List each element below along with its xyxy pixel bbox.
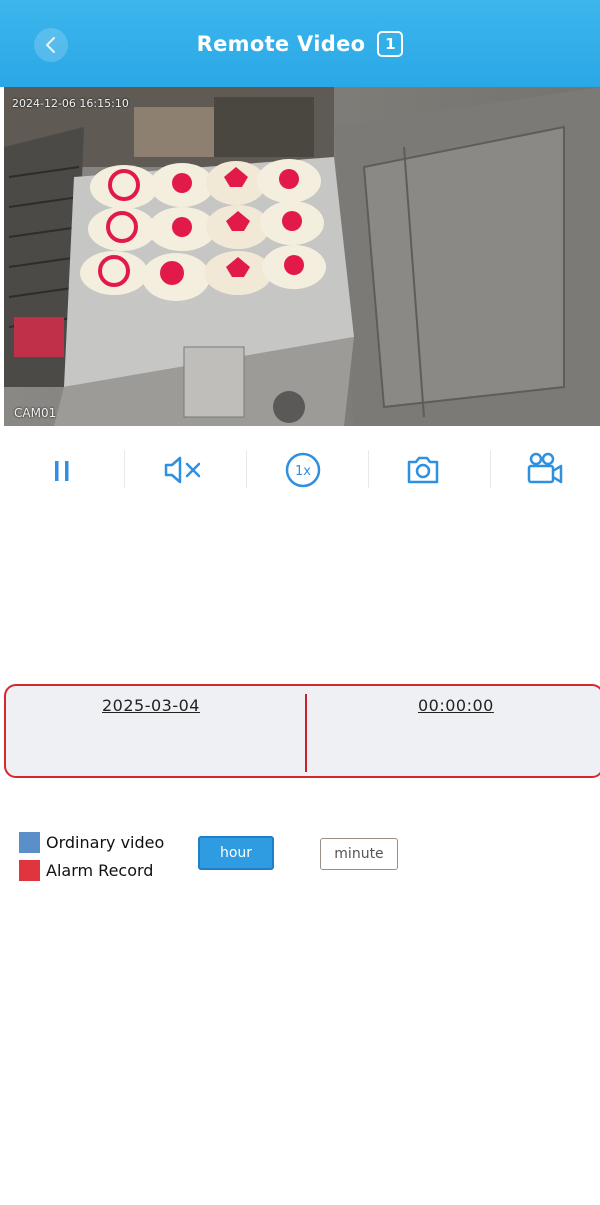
ordinary-video-swatch (19, 831, 40, 853)
video-camera-icon (527, 452, 563, 484)
control-divider (490, 450, 491, 488)
legend-item-alarm: Alarm Record (19, 856, 164, 884)
pause-icon (55, 461, 69, 481)
playback-timeline[interactable]: 2025-03-04 00:00:00 (4, 684, 600, 778)
app-header: Remote Video 1 (0, 0, 600, 87)
pause-button[interactable] (27, 444, 97, 496)
snapshot-button[interactable] (388, 444, 458, 496)
minute-scale-button[interactable]: minute (320, 838, 398, 870)
legend-label: Ordinary video (46, 832, 165, 852)
record-legend: Ordinary video Alarm Record (19, 828, 164, 884)
camera-count-badge[interactable]: 1 (377, 30, 404, 57)
control-divider (368, 450, 369, 488)
video-timestamp: 2024-12-06 16:15:10 (12, 97, 129, 110)
timeline-time[interactable]: 00:00:00 (418, 696, 494, 715)
camera-icon (407, 456, 439, 484)
video-frame (4, 87, 600, 426)
playback-controls: 1x (0, 432, 600, 528)
control-divider (124, 450, 125, 488)
timeline-cursor[interactable] (305, 694, 307, 772)
hour-scale-button[interactable]: hour (198, 836, 274, 870)
title-bar: Remote Video 1 (0, 0, 600, 87)
page-title: Remote Video (196, 31, 366, 56)
video-player[interactable]: 2024-12-06 16:15:10 CAM01 (4, 87, 600, 426)
camera-label: CAM01 (14, 406, 57, 420)
speed-button[interactable]: 1x (268, 444, 338, 496)
legend-label: Alarm Record (46, 860, 154, 880)
mute-button[interactable] (148, 444, 218, 496)
timeline-date[interactable]: 2025-03-04 (102, 696, 200, 715)
record-button[interactable] (510, 444, 580, 496)
alarm-record-swatch (19, 859, 40, 881)
speed-1x-icon: 1x (285, 452, 321, 488)
svg-text:1x: 1x (295, 464, 311, 479)
legend-item-ordinary: Ordinary video (19, 828, 164, 856)
speaker-muted-icon (164, 456, 201, 484)
control-divider (246, 450, 247, 488)
